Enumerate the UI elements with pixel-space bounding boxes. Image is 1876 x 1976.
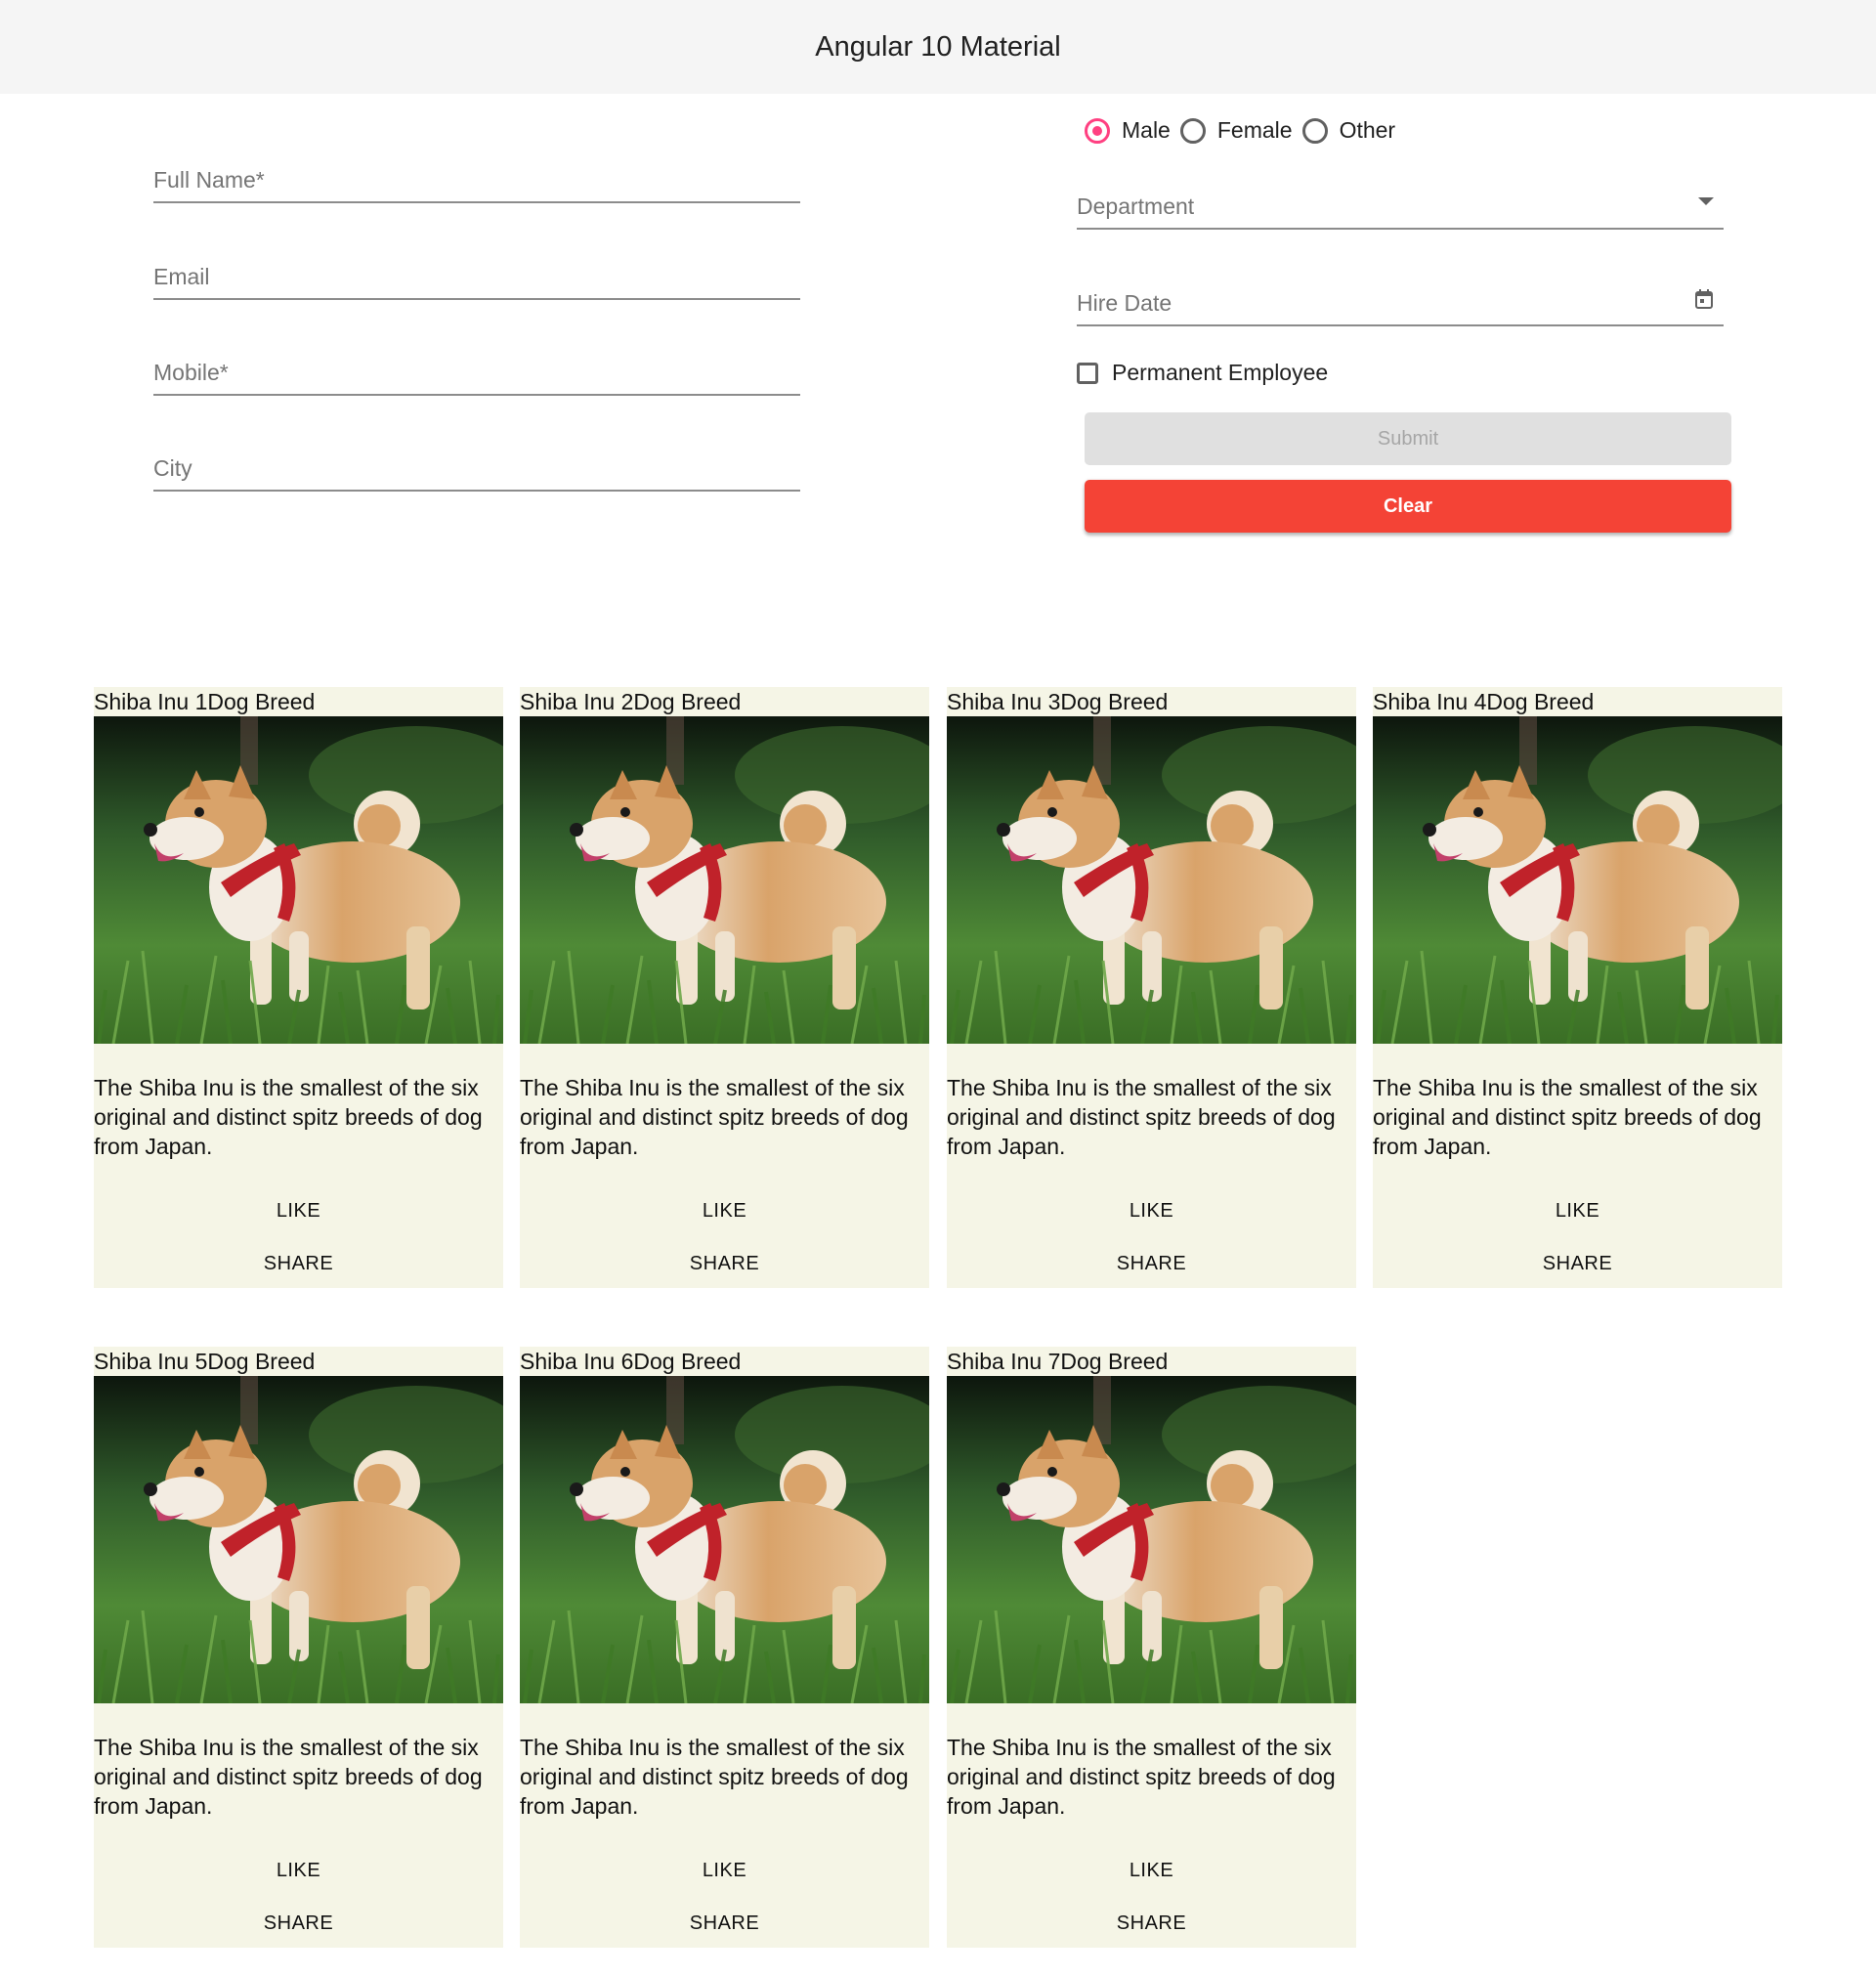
share-button[interactable]: SHARE <box>947 1909 1356 1948</box>
card-description: The Shiba Inu is the smallest of the six… <box>947 1735 1336 1819</box>
email-field[interactable]: Email <box>153 241 800 300</box>
share-button[interactable]: SHARE <box>520 1249 929 1288</box>
mobile-placeholder: Mobile* <box>153 360 229 385</box>
dog-image <box>94 716 503 1044</box>
card-description: The Shiba Inu is the smallest of the six… <box>520 1735 909 1819</box>
dog-card: Shiba Inu 4Dog Breed The Shiba Inu is th… <box>1373 687 1782 1288</box>
card-description: The Shiba Inu is the smallest of the six… <box>1373 1075 1762 1159</box>
gender-radio-male[interactable]: Male <box>1085 117 1171 144</box>
card-title: Shiba Inu 1Dog Breed <box>94 689 316 714</box>
card-title: Shiba Inu 4Dog Breed <box>1373 689 1595 714</box>
dog-image <box>1373 716 1782 1044</box>
card-title: Shiba Inu 5Dog Breed <box>94 1349 316 1374</box>
city-field[interactable]: City <box>153 433 800 492</box>
dropdown-arrow-icon <box>1698 193 1714 210</box>
mobile-field[interactable]: Mobile* <box>153 337 800 396</box>
app-title: Angular 10 Material <box>815 30 1061 63</box>
share-button[interactable]: SHARE <box>94 1909 503 1948</box>
dog-card: Shiba Inu 2Dog Breed The Shiba Inu is th… <box>520 687 929 1288</box>
dog-card: Shiba Inu 5Dog Breed The Shiba Inu is th… <box>94 1347 503 1948</box>
checkbox-unchecked-icon <box>1077 362 1098 384</box>
radio-unchecked-icon <box>1179 117 1206 144</box>
app-toolbar: Angular 10 Material <box>0 0 1876 94</box>
like-button[interactable]: LIKE <box>520 1856 929 1885</box>
radio-checked-icon <box>1085 117 1110 144</box>
dog-card: Shiba Inu 1Dog Breed The Shiba Inu is th… <box>94 687 503 1288</box>
full-name-field[interactable]: Full Name* <box>153 145 800 203</box>
share-button[interactable]: SHARE <box>520 1909 929 1948</box>
gender-label-female: Female <box>1216 117 1293 143</box>
share-button[interactable]: SHARE <box>1373 1249 1782 1288</box>
dog-card: Shiba Inu 7Dog Breed The Shiba Inu is th… <box>947 1347 1356 1948</box>
department-placeholder: Department <box>1077 193 1195 219</box>
like-button[interactable]: LIKE <box>94 1856 503 1885</box>
card-description: The Shiba Inu is the smallest of the six… <box>94 1735 483 1819</box>
card-title: Shiba Inu 6Dog Breed <box>520 1349 742 1374</box>
hire-date-field[interactable]: Hire Date <box>1077 268 1724 326</box>
full-name-placeholder: Full Name* <box>153 167 265 193</box>
share-button[interactable]: SHARE <box>947 1249 1356 1288</box>
dog-image <box>520 716 929 1044</box>
calendar-icon[interactable] <box>1694 288 1714 315</box>
card-title: Shiba Inu 7Dog Breed <box>947 1349 1169 1374</box>
dog-card: Shiba Inu 6Dog Breed The Shiba Inu is th… <box>520 1347 929 1948</box>
like-button[interactable]: LIKE <box>947 1856 1356 1885</box>
permanent-employee-label: Permanent Employee <box>1112 360 1329 385</box>
like-button[interactable]: LIKE <box>94 1196 503 1225</box>
dog-card: Shiba Inu 3Dog Breed The Shiba Inu is th… <box>947 687 1356 1288</box>
card-title: Shiba Inu 2Dog Breed <box>520 689 742 714</box>
gender-label-male: Male <box>1122 117 1171 143</box>
permanent-employee-checkbox[interactable]: Permanent Employee <box>1077 360 1328 386</box>
card-title: Shiba Inu 3Dog Breed <box>947 689 1169 714</box>
card-description: The Shiba Inu is the smallest of the six… <box>94 1075 483 1159</box>
dog-image <box>947 1376 1356 1703</box>
dog-image <box>947 716 1356 1044</box>
radio-unchecked-icon <box>1301 117 1328 144</box>
submit-button[interactable]: Submit <box>1085 412 1731 465</box>
gender-radio-group: Male Female Other <box>1085 117 1405 144</box>
dog-image <box>520 1376 929 1703</box>
email-placeholder: Email <box>153 264 210 289</box>
department-select[interactable]: Department <box>1077 171 1724 230</box>
card-description: The Shiba Inu is the smallest of the six… <box>520 1075 909 1159</box>
hire-date-placeholder: Hire Date <box>1077 290 1172 316</box>
gender-label-other: Other <box>1339 117 1396 143</box>
city-placeholder: City <box>153 455 192 481</box>
gender-radio-other[interactable]: Other <box>1301 117 1396 144</box>
card-description: The Shiba Inu is the smallest of the six… <box>947 1075 1336 1159</box>
like-button[interactable]: LIKE <box>947 1196 1356 1225</box>
like-button[interactable]: LIKE <box>1373 1196 1782 1225</box>
dog-image <box>94 1376 503 1703</box>
share-button[interactable]: SHARE <box>94 1249 503 1288</box>
like-button[interactable]: LIKE <box>520 1196 929 1225</box>
gender-radio-female[interactable]: Female <box>1179 117 1293 144</box>
clear-button[interactable]: Clear <box>1085 480 1731 533</box>
